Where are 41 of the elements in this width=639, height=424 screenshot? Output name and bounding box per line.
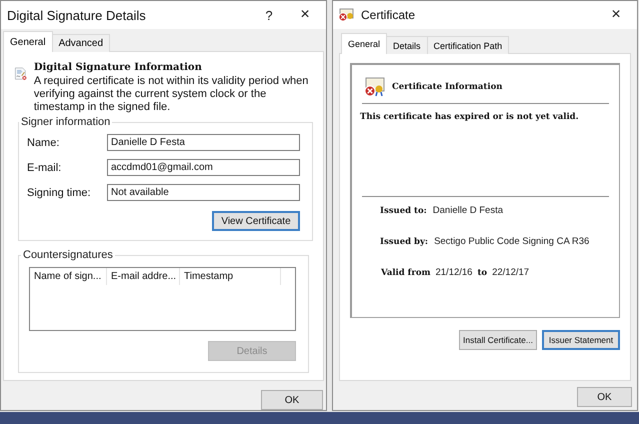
text-field[interactable]: accdmd01@gmail.com xyxy=(107,159,300,176)
column-header[interactable]: Timestamp xyxy=(180,268,281,285)
close-button[interactable]: × xyxy=(601,3,631,27)
field-label: E-mail: xyxy=(27,162,62,174)
detail-label: to xyxy=(477,268,488,278)
certificate-error-icon xyxy=(339,8,355,22)
detail-label: Issued by: xyxy=(380,237,428,247)
detail-value: 21/12/16 xyxy=(435,267,472,278)
close-button[interactable]: × xyxy=(290,3,320,27)
column-header[interactable]: Name of sign... xyxy=(30,268,107,285)
detail-label: Valid from xyxy=(381,268,430,278)
tab[interactable]: Details xyxy=(386,36,428,54)
tab[interactable]: General xyxy=(3,31,53,52)
field-label: Name: xyxy=(27,136,60,148)
ok-button[interactable]: OK xyxy=(577,387,632,407)
tab[interactable]: Certification Path xyxy=(426,36,510,54)
window-title: Certificate xyxy=(361,8,416,22)
certificate-action-button[interactable]: Install Certificate... xyxy=(459,330,537,350)
certificate-action-button[interactable]: Issuer Statement xyxy=(542,330,620,350)
ok-button[interactable]: OK xyxy=(261,390,323,410)
detail-value: Danielle D Festa xyxy=(432,205,504,216)
certificate-error-icon xyxy=(364,77,386,97)
window-title: Digital Signature Details xyxy=(7,8,147,22)
column-header[interactable]: E-mail addre... xyxy=(107,268,180,285)
group-legend: Countersignatures xyxy=(21,249,115,261)
detail-value: 22/12/17 xyxy=(492,267,530,278)
text-field[interactable]: Not available xyxy=(107,184,300,201)
help-button[interactable]: ? xyxy=(254,3,284,27)
field-label: Signing time: xyxy=(27,186,92,198)
tab[interactable]: Advanced xyxy=(52,34,110,52)
countersignatures-list[interactable]: Name of sign... E-mail addre... Timestamp xyxy=(29,267,296,331)
detail-label: Issued to: xyxy=(380,206,427,216)
text-field[interactable]: Danielle D Festa xyxy=(107,134,300,151)
view-certificate-button[interactable]: View Certificate xyxy=(212,211,300,231)
tab[interactable]: General xyxy=(341,33,388,54)
certificate-heading: Certificate Information xyxy=(392,82,502,92)
info-heading: Digital Signature Information xyxy=(34,62,203,73)
certificate-status: This certificate has expired or is not yet valid. xyxy=(360,112,580,124)
detail-value: Sectigo Public Code Signing CA R36 xyxy=(434,236,590,247)
info-message: A required certificate is not within its validity period when verifying against the current system clock or the timestamp in the signed file. xyxy=(34,75,310,114)
group-legend: Signer information xyxy=(19,116,112,128)
